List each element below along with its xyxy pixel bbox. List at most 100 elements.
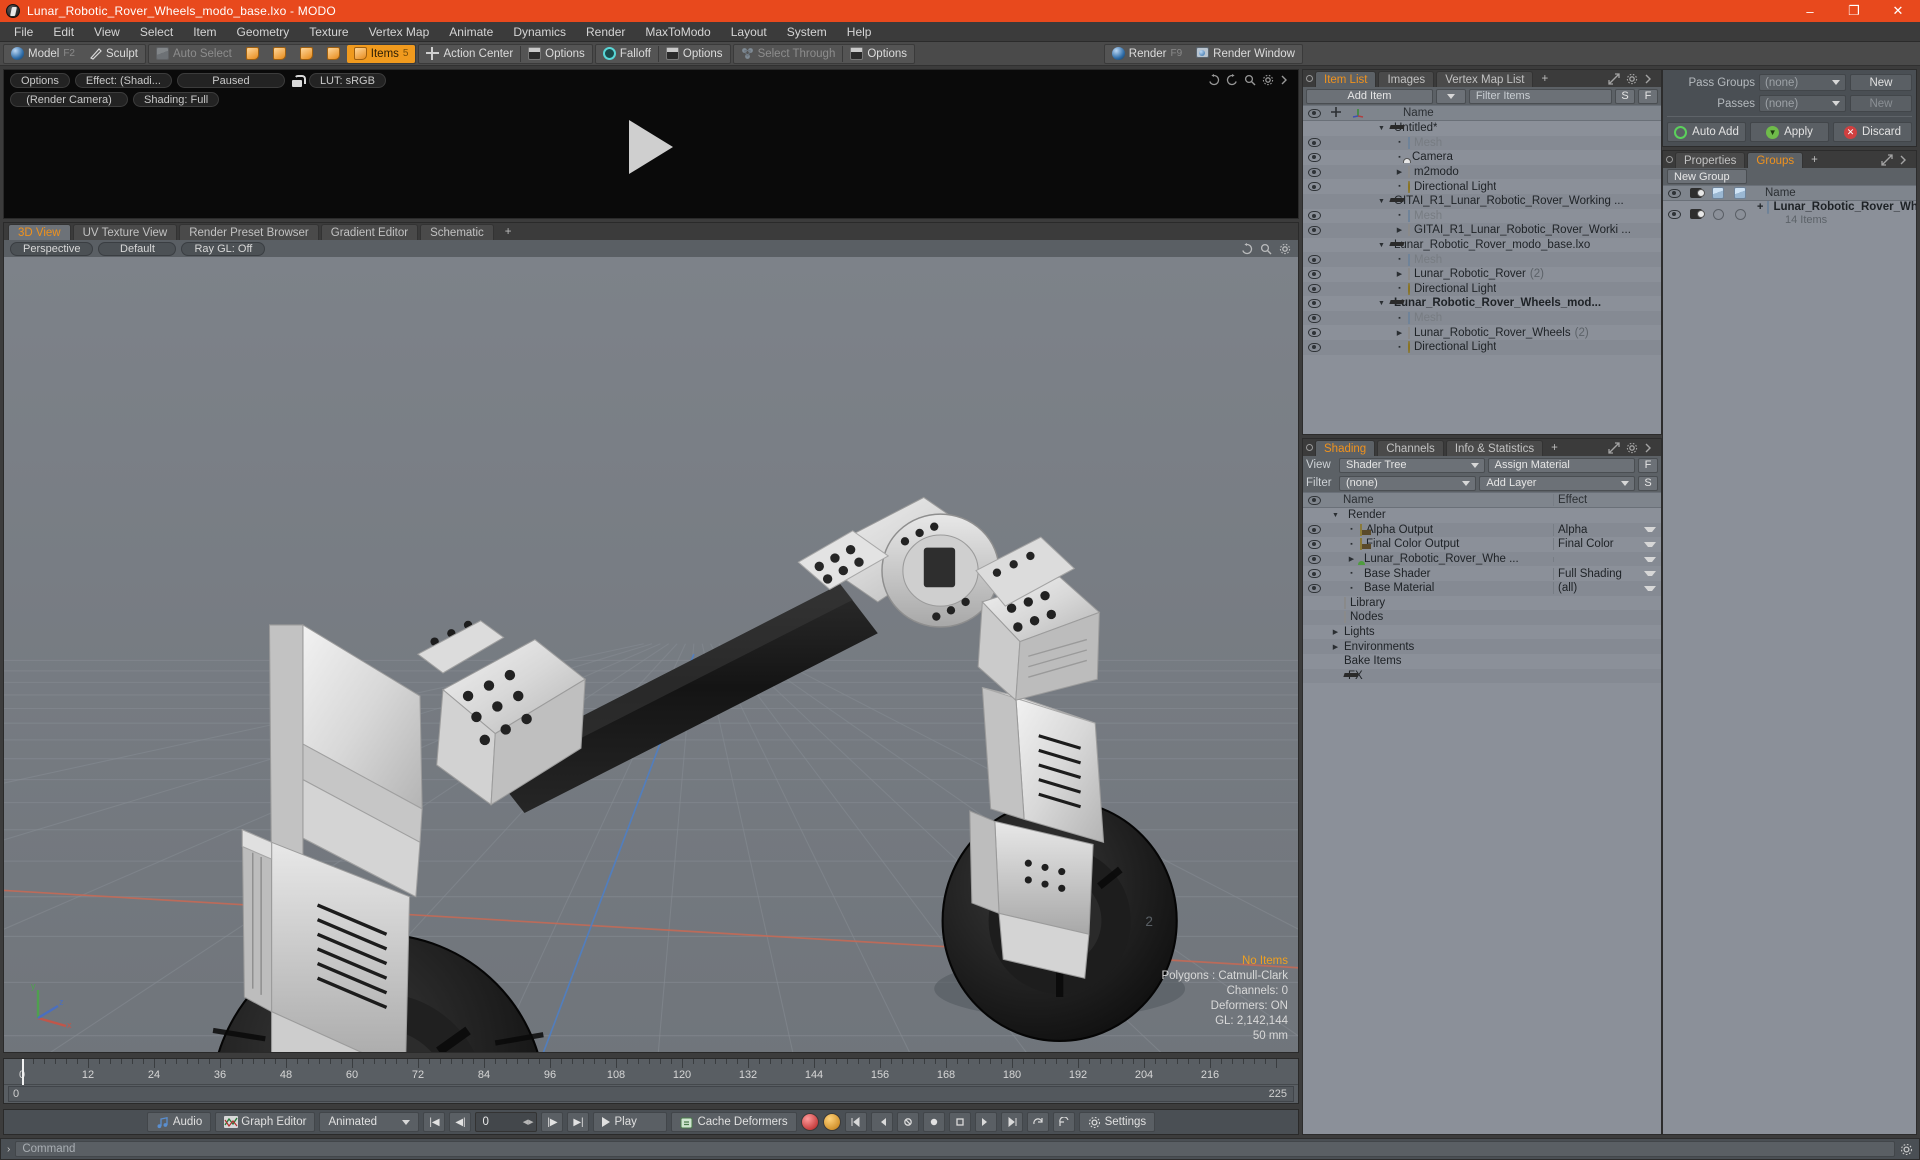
row-name[interactable]: ▪ Directional Light xyxy=(1369,180,1496,193)
key-next2-button[interactable] xyxy=(1000,1112,1023,1132)
key-add-button[interactable] xyxy=(922,1112,945,1132)
menu-item-edit[interactable]: Edit xyxy=(43,22,84,42)
pass-groups-dropdown[interactable]: (none) xyxy=(1759,74,1846,91)
leaf-marker-icon[interactable]: ▪ xyxy=(1395,139,1404,146)
chevron-right-icon[interactable] xyxy=(1644,73,1656,85)
render-window-button[interactable]: Render Window xyxy=(1189,45,1302,63)
row-visibility-toggle[interactable] xyxy=(1303,569,1325,579)
item-list-row[interactable]: ▶ Lunar_Robotic_Rover (2) xyxy=(1303,266,1661,282)
shading-row[interactable]: Nodes xyxy=(1303,610,1661,625)
shading-s-button[interactable]: S xyxy=(1638,475,1659,491)
menu-item-dynamics[interactable]: Dynamics xyxy=(503,22,576,42)
auto-key-button[interactable] xyxy=(822,1113,841,1131)
eye-icon[interactable] xyxy=(1307,152,1321,162)
lut-dropdown[interactable]: LUT: sRGB xyxy=(308,73,386,88)
viewport-tab-3d-view[interactable]: 3D View xyxy=(8,224,71,240)
shading-row[interactable]: ▶ Lights xyxy=(1303,624,1661,640)
item-list-row[interactable]: ▼ Untitled* xyxy=(1303,121,1661,136)
key-next-button[interactable] xyxy=(974,1112,997,1132)
leaf-marker-icon[interactable]: ▪ xyxy=(1347,570,1356,577)
row-visibility-toggle[interactable] xyxy=(1303,225,1325,235)
groups-tree[interactable]: + Lunar_Robotic_Rover_Whe...14 Items xyxy=(1663,201,1916,1134)
menu-item-select[interactable]: Select xyxy=(130,22,183,42)
eye-icon[interactable] xyxy=(1307,583,1321,593)
menu-item-texture[interactable]: Texture xyxy=(299,22,358,42)
item-list-tree[interactable]: ▼ Untitled* ▪ Mesh ▪ Camera ▶ m2modo ▪ Directiona… xyxy=(1303,121,1661,434)
chevron-right-icon[interactable] xyxy=(1899,154,1911,166)
eye-icon[interactable] xyxy=(1307,138,1321,148)
eye-icon[interactable] xyxy=(1307,284,1321,294)
projection-dropdown[interactable]: Perspective xyxy=(10,241,94,256)
row-name[interactable]: ▼ Render xyxy=(1325,509,1553,521)
item-list-row[interactable]: ▶ GITAI_R1_Lunar_Robotic_Rover_Worki ... xyxy=(1303,223,1661,238)
viewport-add-tab-button[interactable]: + xyxy=(496,224,521,240)
viewport-tab-uv-texture-view[interactable]: UV Texture View xyxy=(72,224,178,240)
action-center-button[interactable]: Action Center xyxy=(419,45,520,63)
row-effect-cell[interactable]: Final Color xyxy=(1553,538,1661,551)
viewport-refresh-icon[interactable] xyxy=(1241,243,1253,255)
eye-icon[interactable] xyxy=(1307,313,1321,323)
panel-menu-icon[interactable] xyxy=(1306,444,1313,451)
items-mode-button[interactable]: Items 5 xyxy=(346,44,416,63)
shading-style-dropdown[interactable]: Default xyxy=(98,241,177,256)
render-refresh-icon[interactable] xyxy=(1208,74,1220,86)
play-button[interactable]: Play xyxy=(593,1112,668,1132)
eye-icon[interactable] xyxy=(1307,298,1321,308)
play-overlay-icon[interactable] xyxy=(629,119,673,174)
row-visibility-toggle[interactable] xyxy=(1303,284,1325,294)
viewport-tab-render-preset-browser[interactable]: Render Preset Browser xyxy=(179,224,319,240)
row-name[interactable]: ▶ Lights xyxy=(1325,626,1553,638)
raygl-toggle[interactable]: Ray GL: Off xyxy=(181,241,266,256)
assign-material-button[interactable]: Assign Material xyxy=(1487,457,1635,473)
render-shading-dropdown[interactable]: Shading: Full xyxy=(133,92,220,107)
menu-item-vertex-map[interactable]: Vertex Map xyxy=(359,22,440,42)
leaf-marker-icon[interactable]: ▪ xyxy=(1347,526,1356,533)
shading-add-tab-button[interactable]: + xyxy=(1545,440,1564,456)
shading-row[interactable]: Library xyxy=(1303,595,1661,611)
animation-mode-dropdown[interactable]: Animated xyxy=(319,1112,420,1132)
command-input[interactable]: Command xyxy=(15,1141,1895,1157)
gear-icon[interactable] xyxy=(1900,1143,1913,1156)
shading-row[interactable]: ▼ Render xyxy=(1303,508,1661,523)
shading-filter-dropdown[interactable]: (none) xyxy=(1339,475,1477,491)
row-name[interactable]: ▶ m2modo xyxy=(1369,166,1459,179)
row-name[interactable]: FX xyxy=(1325,670,1553,682)
menu-item-animate[interactable]: Animate xyxy=(439,22,503,42)
row-name[interactable]: ▼ Untitled* xyxy=(1369,122,1437,134)
row-name[interactable]: ▪ Mesh xyxy=(1369,253,1442,266)
menu-item-file[interactable]: File xyxy=(4,22,43,42)
row-effect-cell[interactable]: Alpha xyxy=(1553,523,1661,536)
chevron-right-icon[interactable] xyxy=(1280,74,1292,86)
timeline-panel[interactable]: 0 12 24 36 48 60 72 84 96 108 120 132 144 156 168 180 19… xyxy=(3,1058,1299,1104)
eye-icon[interactable] xyxy=(1307,225,1321,235)
row-visibility-toggle[interactable] xyxy=(1303,167,1325,177)
item-list-row[interactable]: ▪ Mesh xyxy=(1303,252,1661,267)
shading-tab-channels[interactable]: Channels xyxy=(1377,440,1444,456)
falloff-options-button[interactable]: Options xyxy=(659,45,730,63)
sculpt-mode-button[interactable]: Sculpt xyxy=(82,45,145,63)
chevron-down-icon[interactable] xyxy=(1644,541,1656,547)
eye-icon[interactable] xyxy=(1307,342,1321,352)
shading-tab-shading[interactable]: Shading xyxy=(1315,440,1376,456)
eye-icon[interactable] xyxy=(1307,182,1321,192)
item-list-add-tab-button[interactable]: + xyxy=(1535,71,1554,87)
eye-icon[interactable] xyxy=(1307,539,1321,549)
audio-button[interactable]: Audio xyxy=(146,1112,212,1132)
row-visibility-toggle[interactable] xyxy=(1303,269,1325,279)
expander-closed-icon[interactable]: ▶ xyxy=(1395,329,1404,337)
item-list-f-button[interactable]: F xyxy=(1638,88,1658,104)
row-name[interactable]: ▶ Environments xyxy=(1325,641,1553,653)
row-name[interactable]: ▪ Base Shader xyxy=(1325,568,1553,580)
row-name[interactable]: Nodes xyxy=(1325,611,1553,624)
item-list-row[interactable]: ▪ Mesh xyxy=(1303,208,1661,224)
cache-deformers-button[interactable]: Cache Deformers xyxy=(671,1112,797,1132)
shading-f-button[interactable]: F xyxy=(1638,457,1658,473)
leaf-marker-icon[interactable]: ▪ xyxy=(1347,541,1356,548)
row-name[interactable]: Library xyxy=(1325,596,1553,609)
expander-closed-icon[interactable]: ▶ xyxy=(1331,643,1340,651)
item-list-row[interactable]: ▼ GITAI_R1_Lunar_Robotic_Rover_Working ..… xyxy=(1303,193,1661,209)
menu-item-geometry[interactable]: Geometry xyxy=(227,22,300,42)
select-through-button[interactable]: Select Through xyxy=(734,45,843,63)
row-name[interactable]: ▶ GITAI_R1_Lunar_Robotic_Rover_Worki ... xyxy=(1369,224,1631,237)
row-name[interactable]: ▪ Directional Light xyxy=(1369,341,1496,354)
